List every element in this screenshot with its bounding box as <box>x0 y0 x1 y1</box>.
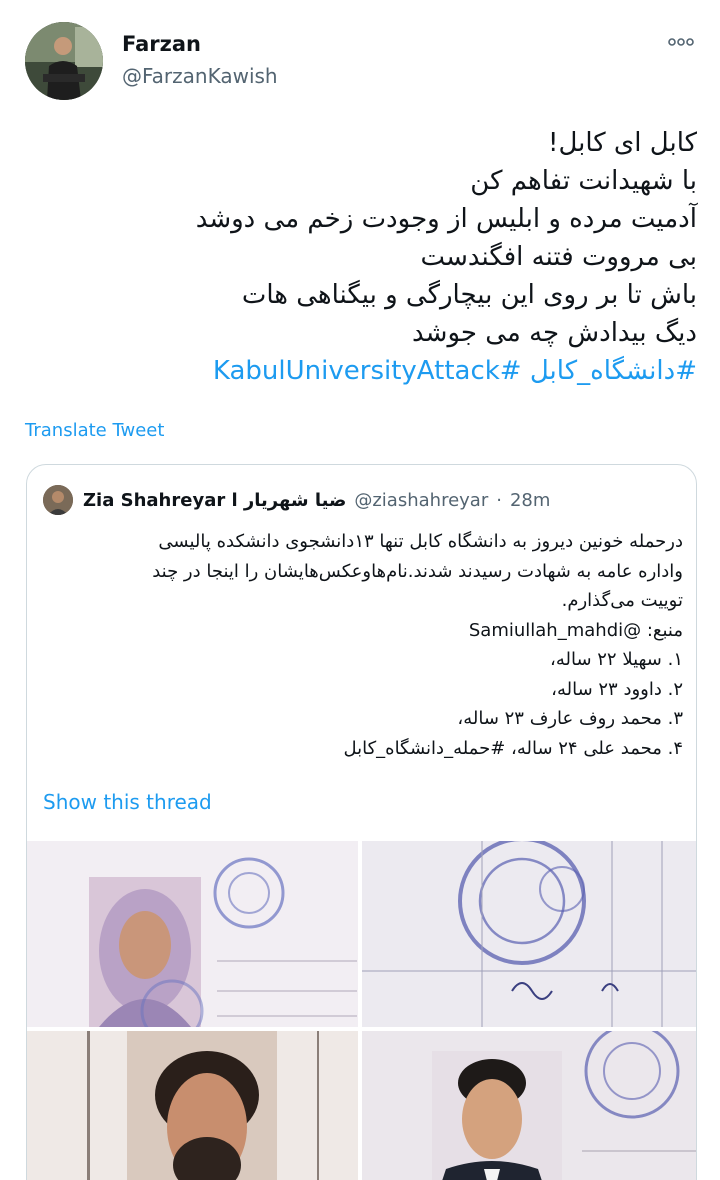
quoted-author-avatar[interactable] <box>43 485 73 515</box>
quoted-tweet-header: Zia Shahreyar l ضیا شهریار @ziashahreyar… <box>43 483 683 517</box>
author-name[interactable]: Farzan <box>122 32 201 56</box>
quoted-line: واداره عامه به شهادت رسیدند شدند.نام‌هاو… <box>152 560 683 582</box>
author-avatar[interactable] <box>25 22 103 100</box>
tweet-line: باش تا بر روی این بیچارگی و بیگناهی هات <box>241 280 697 310</box>
author-handle[interactable]: @FarzanKawish <box>122 64 278 88</box>
tweet-line: با شهیدانت تفاهم کن <box>470 166 697 196</box>
tweet-line: کابل ای کابل! <box>548 128 697 158</box>
hashtag-link[interactable]: #دانشگاه_کابل #KabulUniversityAttack <box>25 352 697 390</box>
more-dots-glyph <box>668 38 694 46</box>
quoted-tweet-text: درحمله خونین دیروز به دانشگاه کابل تنها … <box>41 527 683 763</box>
tweet-line: بی مرووت فتنه افگندست <box>420 242 697 272</box>
tweet-line: آدمیت مرده و ابلیس از وجودت زخم می دوشد <box>195 204 697 234</box>
show-thread-link[interactable]: Show this thread <box>43 790 212 814</box>
quoted-line: ۳. محمد روف عارف ۲۳ ساله، <box>457 708 683 729</box>
quoted-line: درحمله خونین دیروز به دانشگاه کابل تنها … <box>158 531 683 552</box>
quoted-line: ۱. سهیلا ۲۲ ساله، <box>550 649 683 670</box>
media-photo-4[interactable] <box>362 1031 696 1180</box>
quoted-line: ۴. محمد علی ۲۴ ساله، #حمله_دانشگاه_کابل <box>343 737 683 759</box>
quoted-line: منبع: @Samiullah_mahdi <box>468 619 683 641</box>
document-stamp-photo <box>362 841 696 1027</box>
quoted-avatar-photo <box>43 485 73 515</box>
translate-tweet-link[interactable]: Translate Tweet <box>25 420 164 441</box>
quoted-timestamp[interactable]: 28m <box>510 490 550 511</box>
tweet-text: کابل ای کابل! با شهیدانت تفاهم کن آدمیت … <box>25 124 697 390</box>
tweet-line: دیگ بیدادش چه می جوشد <box>412 318 697 348</box>
quoted-line: ۲. داوود ۲۳ ساله، <box>551 678 683 700</box>
more-horizontal-icon[interactable] <box>666 32 696 52</box>
media-photo-3[interactable] <box>27 1031 358 1180</box>
meta-separator: · <box>496 489 502 511</box>
media-grid <box>27 841 696 1180</box>
tweet-header: Farzan @FarzanKawish <box>25 22 700 102</box>
quoted-tweet[interactable]: Zia Shahreyar l ضیا شهریار @ziashahreyar… <box>26 464 697 1180</box>
media-photo-2[interactable] <box>362 841 696 1027</box>
quoted-line: توییت می‌گذارم. <box>561 590 683 611</box>
avatar-photo <box>25 22 103 100</box>
quoted-author-handle[interactable]: @ziashahreyar <box>354 490 488 511</box>
id-card-photo <box>362 1031 696 1180</box>
id-card-photo <box>27 1031 358 1180</box>
quoted-author-name[interactable]: Zia Shahreyar l ضیا شهریار <box>83 490 346 511</box>
media-photo-1[interactable] <box>27 841 358 1027</box>
id-card-photo <box>27 841 358 1027</box>
